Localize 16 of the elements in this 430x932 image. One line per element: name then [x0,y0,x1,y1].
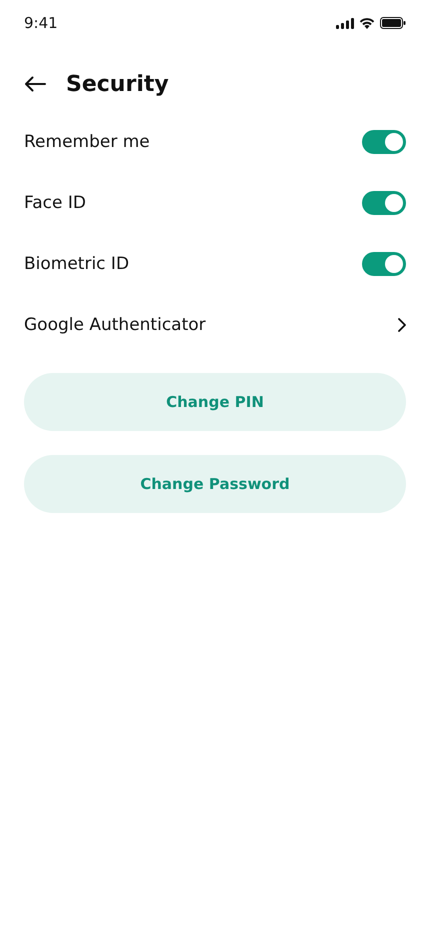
toggle-switch[interactable] [362,190,406,214]
chevron-right-icon[interactable] [398,318,406,332]
action-button[interactable]: Change PIN [24,373,406,431]
setting-label: Google Authenticator [24,314,206,334]
setting-label: Biometric ID [24,254,130,274]
back-arrow-icon[interactable] [24,76,46,92]
status-time: 9:41 [24,14,58,32]
signal-icon [336,18,354,28]
page-title: Security [66,72,169,96]
setting-label: Face ID [24,192,86,212]
action-button[interactable]: Change Password [24,455,406,513]
toggle-switch[interactable] [362,130,406,154]
setting-label: Remember me [24,132,150,152]
battery-icon [380,17,406,29]
toggle-switch[interactable] [362,252,406,276]
wifi-icon [359,17,375,29]
